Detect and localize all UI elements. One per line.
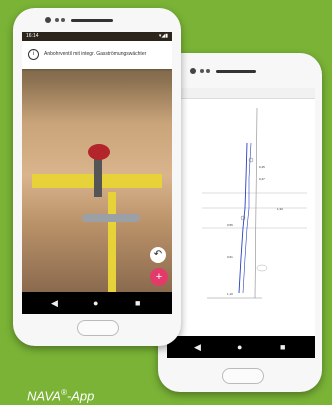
speaker-grill (71, 19, 113, 22)
phone-back: 0,45 0,47 1,33 0,56 0,61 1,10 ◀ ● ■ (158, 53, 322, 392)
drawing-label: 0,61 (227, 255, 233, 259)
caption-suffix: -App (66, 388, 95, 404)
sensor-icon (55, 18, 59, 22)
sensor-icon (206, 69, 210, 73)
camera-screen: 16:14 ▾◢▮ i Anbohrventil mit integr. Gas… (22, 32, 172, 314)
status-bar: 16:14 ▾◢▮ (22, 32, 172, 41)
status-time: 16:14 (26, 33, 39, 39)
front-camera-icon (190, 68, 196, 74)
undo-button[interactable]: ↶ (150, 247, 166, 263)
component-name: Anbohrventil mit integr. Gasströmungswäc… (44, 51, 147, 57)
home-button[interactable] (222, 368, 264, 384)
pipe-route-drawing[interactable]: 0,45 0,47 1,33 0,56 0,61 1,10 (167, 98, 315, 346)
drawing-label: 0,56 (227, 223, 233, 227)
nav-recents-icon[interactable]: ■ (280, 342, 285, 352)
system-nav-bar: ◀ ● ■ (167, 336, 315, 358)
front-camera-icon (45, 17, 51, 23)
add-button[interactable]: + (150, 268, 168, 286)
home-button[interactable] (77, 320, 119, 336)
system-nav-bar: ◀ ● ■ (22, 292, 172, 314)
nav-home-icon[interactable]: ● (237, 342, 242, 352)
app-caption: NAVA®-App (27, 385, 94, 403)
drawing-label: 0,47 (259, 177, 265, 181)
phone-front: 16:14 ▾◢▮ i Anbohrventil mit integr. Gas… (13, 8, 181, 346)
drawing-label: 0,45 (259, 165, 265, 169)
status-icons: ▾◢▮ (158, 33, 168, 39)
nav-home-icon[interactable]: ● (93, 298, 98, 308)
caption-brand: NAVA (27, 388, 61, 404)
valve (88, 144, 110, 160)
nav-back-icon[interactable]: ◀ (194, 342, 201, 352)
nav-back-icon[interactable]: ◀ (51, 298, 58, 308)
sensor-icon (200, 69, 204, 73)
sensor-icon (61, 18, 65, 22)
gas-pipe-branch (108, 192, 116, 292)
component-banner[interactable]: i Anbohrventil mit integr. Gasströmungsw… (22, 41, 172, 69)
drawing-label: 1,33 (277, 207, 283, 211)
nav-recents-icon[interactable]: ■ (135, 298, 140, 308)
drawing-label: 1,10 (227, 292, 233, 296)
drawing-screen: 0,45 0,47 1,33 0,56 0,61 1,10 ◀ ● ■ (167, 88, 315, 358)
info-icon: i (28, 49, 39, 60)
speaker-grill (216, 70, 256, 73)
